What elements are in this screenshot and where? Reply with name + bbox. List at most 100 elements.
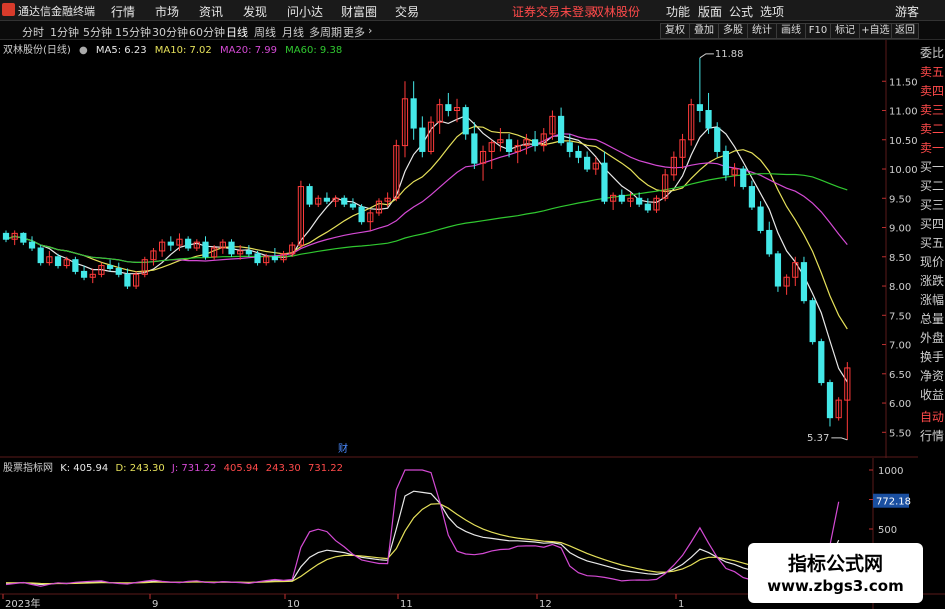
price-tick-label: 9.50 [889, 194, 911, 205]
price-tick-label: 10.50 [889, 136, 918, 147]
menu-item-trade[interactable]: 交易 [395, 3, 419, 20]
candle-body [818, 341, 825, 384]
side-item-volume: 总量 [920, 312, 945, 326]
period-60min[interactable]: 60分钟 [189, 24, 225, 40]
side-item-ask4: 卖四 [920, 84, 945, 98]
side-item-weibi[interactable]: 委比 [920, 44, 945, 61]
menu-item-market[interactable]: 市场 [155, 3, 179, 20]
candle-body [37, 247, 44, 264]
candle-body [410, 98, 417, 129]
time-tick-label: 11 [400, 599, 413, 609]
menu-item-discover[interactable]: 发现 [243, 3, 267, 20]
side-item-change-pct: 涨幅 [920, 293, 945, 307]
candle-body [80, 270, 88, 278]
menu-item-functions[interactable]: 功能 [666, 3, 690, 20]
candle-body [271, 256, 278, 261]
side-item-bid2: 买二 [920, 179, 945, 193]
low-price-label: 5.37 [807, 433, 829, 444]
stock-name-label: 双林股份 [592, 5, 641, 19]
trade-login-notice[interactable]: 证券交易未登录 [512, 3, 596, 20]
candle-body [558, 115, 565, 144]
draw-line-button[interactable]: 画线 [776, 23, 806, 39]
candle-body [2, 232, 10, 240]
side-item-ask3: 卖三 [920, 103, 945, 117]
menu-item-assistant[interactable]: 问小达 [287, 3, 323, 20]
side-item-bid5: 买五 [920, 236, 945, 250]
candle-body [349, 203, 357, 208]
candle-body [54, 256, 62, 267]
period-monthly[interactable]: 月线 [282, 24, 304, 40]
menu-item-layout[interactable]: 版面 [698, 3, 722, 20]
period-more[interactable]: 更多 [343, 24, 365, 40]
stats-button[interactable]: 统计 [747, 23, 777, 39]
period-toolbar: 分时 1分钟 5分钟 15分钟 30分钟 60分钟 日线 周线 月线 多周期 更… [0, 21, 945, 40]
back-button[interactable]: 返回 [891, 23, 919, 39]
period-15min[interactable]: 15分钟 [115, 24, 151, 40]
period-30min[interactable]: 30分钟 [152, 24, 188, 40]
time-tick-label: 2023年 [5, 597, 40, 609]
side-item-ask5: 卖五 [920, 65, 945, 79]
candle-body [254, 253, 261, 264]
menu-item-options[interactable]: 选项 [760, 3, 784, 20]
side-item-auto[interactable]: 自动 [920, 408, 945, 425]
time-tick-label: 10 [287, 599, 300, 609]
candle-body [757, 206, 764, 231]
candle-body [584, 156, 591, 170]
candle-body [358, 206, 365, 223]
candle-body [740, 168, 747, 188]
mark-button[interactable]: 标记 [830, 23, 860, 39]
period-1min[interactable]: 1分钟 [50, 24, 79, 40]
menu-item-quotes[interactable]: 行情 [111, 3, 135, 20]
candle-body [748, 186, 756, 208]
watermark-url: www.zbgs3.com [767, 577, 904, 595]
candle-body [419, 127, 426, 152]
candle-body [471, 133, 478, 164]
f10-button[interactable]: F10 [805, 23, 831, 39]
guest-user-label[interactable]: 游客 [895, 3, 919, 20]
multi-stock-button[interactable]: 多股 [718, 23, 748, 39]
overlay-button[interactable]: 叠加 [689, 23, 719, 39]
candle-body [696, 104, 703, 112]
side-item-bid1: 买一 [920, 160, 945, 174]
period-intraday[interactable]: 分时 [22, 24, 44, 40]
ma60-line [5, 173, 848, 264]
price-tick-label: 9.00 [889, 224, 911, 235]
price-chart[interactable]: 11.50 11.00 10.50 10.00 9.50 9.00 8.50 8.00 7.50… [0, 40, 918, 458]
price-tick-label: 8.00 [889, 282, 911, 293]
d-line [5, 503, 840, 585]
price-tick-label: 8.50 [889, 253, 911, 264]
period-5min[interactable]: 5分钟 [83, 24, 112, 40]
high-pointer [699, 53, 714, 59]
price-tick-label: 10.00 [889, 165, 918, 176]
candle-body [72, 259, 79, 272]
price-tick-label: 7.00 [889, 341, 911, 352]
candle-body [28, 241, 36, 249]
side-item-turnover: 换手 [920, 350, 945, 364]
side-item-earnings: 收益 [920, 388, 945, 402]
menu-item-formula[interactable]: 公式 [729, 3, 753, 20]
side-item-quotes[interactable]: 行情 [920, 427, 945, 444]
candle-body [714, 127, 721, 152]
side-item-outer: 外盘 [920, 331, 945, 345]
side-item-net-assets: 净资 [920, 369, 945, 383]
side-item-ask1: 卖一 [920, 141, 945, 155]
menu-item-wealth-circle[interactable]: 财富圈 [341, 3, 377, 20]
ma10-line [5, 125, 848, 330]
side-item-change: 涨跌 [920, 274, 945, 288]
candle-body [531, 139, 539, 147]
price-tick-label: 6.00 [889, 399, 911, 410]
price-tick-label: 5.50 [889, 428, 911, 439]
candle-body [106, 265, 114, 269]
candle-body [185, 238, 192, 249]
time-tick-label: 1 [678, 599, 684, 609]
price-tick-label: 6.50 [889, 370, 911, 381]
period-multi[interactable]: 多周期 [309, 24, 342, 40]
adjust-button[interactable]: 复权 [660, 23, 690, 39]
period-daily[interactable]: 日线 [226, 24, 248, 40]
candle-body [705, 110, 712, 129]
period-weekly[interactable]: 周线 [254, 24, 276, 40]
chevron-right-icon[interactable]: › [368, 24, 372, 37]
add-watchlist-button[interactable]: +自选 [859, 23, 892, 39]
menu-item-news[interactable]: 资讯 [199, 3, 223, 20]
low-pointer [831, 437, 848, 441]
